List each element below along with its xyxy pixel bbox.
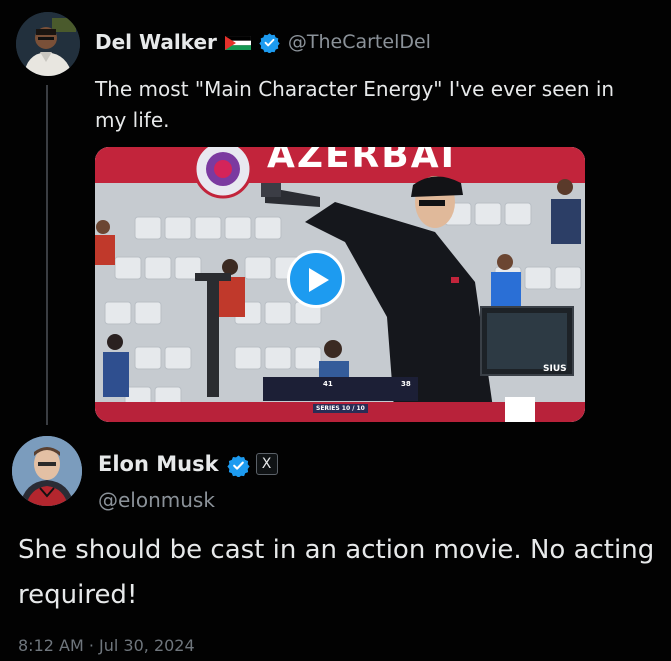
x-logo-icon: X bbox=[255, 453, 278, 475]
elon-musk-avatar[interactable] bbox=[12, 436, 82, 506]
verified-badge-icon bbox=[259, 32, 280, 54]
quoted-author-row: Del Walker @TheCartelDel bbox=[95, 30, 431, 54]
quoted-tweet-text: The most "Main Character Energy" I've ev… bbox=[95, 77, 615, 132]
quoted-author-handle[interactable]: @TheCartelDel bbox=[288, 31, 431, 53]
quoted-author-name[interactable]: Del Walker bbox=[95, 30, 217, 54]
del-walker-avatar[interactable] bbox=[16, 12, 80, 76]
play-icon bbox=[309, 268, 329, 292]
verified-badge-icon bbox=[226, 454, 250, 478]
score-right: 38 bbox=[401, 380, 411, 388]
video-thumbnail[interactable]: AZERBAI 41 38 SERIES 10 / 10 SIUS bbox=[95, 147, 585, 422]
palestine-flag-icon bbox=[224, 35, 252, 50]
author-handle[interactable]: @elonmusk bbox=[98, 488, 215, 512]
banner-text: AZERBAI bbox=[267, 147, 456, 176]
tweet-screenshot: Del Walker @TheCartelDel The most "Main … bbox=[0, 0, 671, 661]
series-label: SERIES 10 / 10 bbox=[313, 404, 368, 413]
thread-line bbox=[46, 85, 48, 425]
score-left: 41 bbox=[323, 380, 333, 388]
tweet-text: She should be cast in an action movie. N… bbox=[18, 535, 655, 610]
author-row: Elon Musk X bbox=[98, 452, 278, 478]
scoreboard: 41 38 bbox=[263, 377, 418, 401]
play-button[interactable] bbox=[287, 250, 345, 308]
author-name[interactable]: Elon Musk bbox=[98, 452, 219, 476]
equipment-brand-label: SIUS bbox=[543, 364, 567, 374]
tweet-timestamp[interactable]: 8:12 AM · Jul 30, 2024 bbox=[18, 636, 195, 655]
